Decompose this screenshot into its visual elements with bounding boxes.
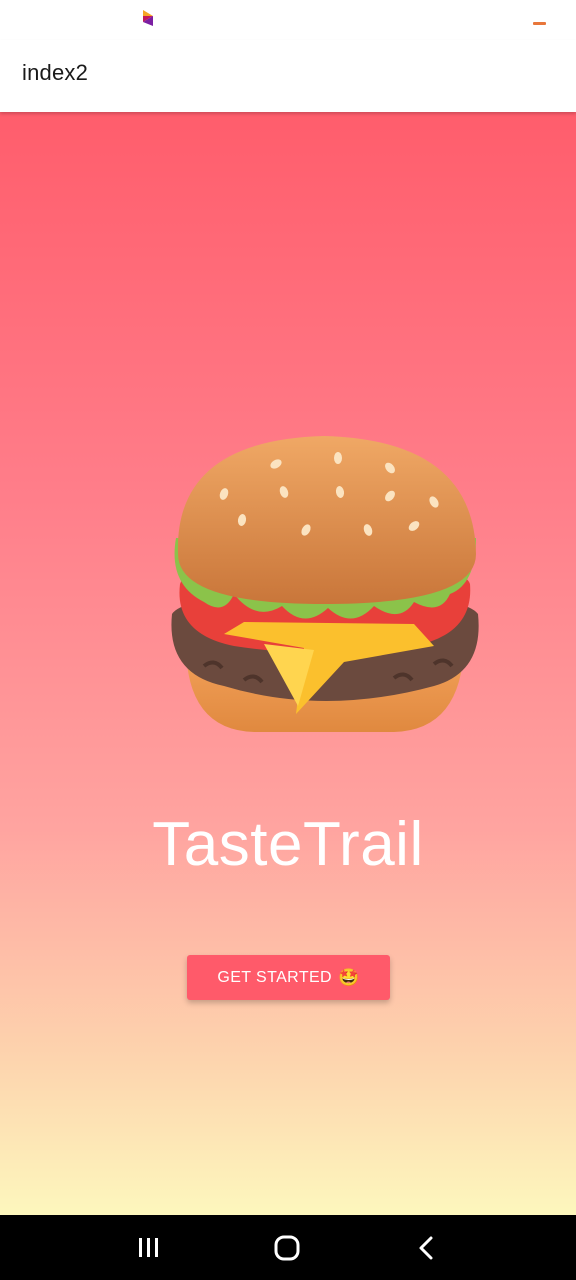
- system-nav-bar: [0, 1215, 576, 1280]
- back-icon[interactable]: [412, 1233, 442, 1263]
- star-struck-emoji-icon: 🤩: [338, 967, 360, 987]
- get-started-button[interactable]: GET STARTED 🤩: [187, 955, 390, 1000]
- home-icon[interactable]: [272, 1233, 302, 1263]
- hamburger-icon: [171, 436, 479, 732]
- recents-icon[interactable]: [134, 1233, 164, 1263]
- get-started-label: GET STARTED: [217, 968, 333, 986]
- minimize-dash-icon: [533, 22, 546, 25]
- carrier-logo-icon: [143, 10, 153, 26]
- hero-section: TasteTrail GET STARTED 🤩: [0, 112, 576, 1215]
- app-bar: index2: [0, 40, 576, 112]
- page-title: index2: [22, 60, 89, 85]
- brand-title: TasteTrail: [152, 810, 424, 879]
- status-bar: [0, 0, 576, 40]
